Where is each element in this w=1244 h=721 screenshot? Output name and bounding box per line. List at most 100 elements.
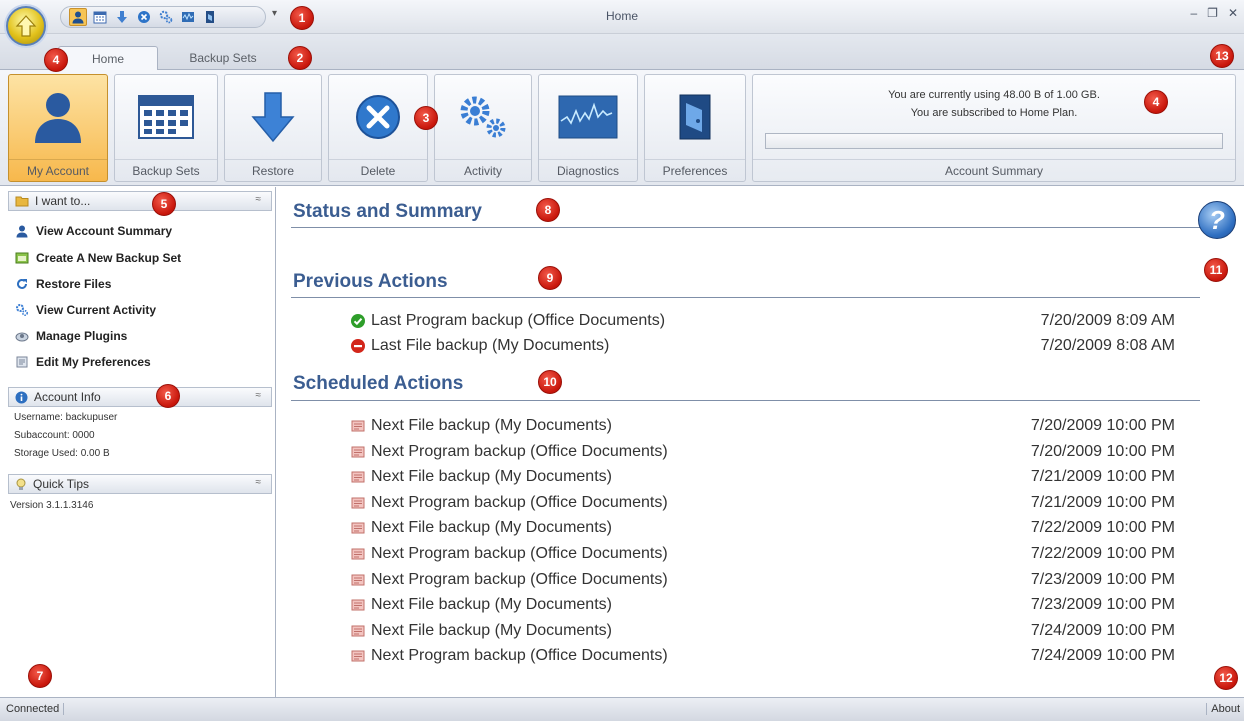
diagnostics-label: Diagnostics bbox=[539, 159, 637, 181]
action-row[interactable]: Next File backup (My Documents) 7/23/2009… bbox=[349, 593, 1175, 617]
action-time: 7/21/2009 10:00 PM bbox=[1030, 468, 1175, 486]
link-label: Edit My Preferences bbox=[36, 355, 151, 369]
waveform-icon bbox=[558, 95, 618, 139]
account-info-header[interactable]: Account Info ≈ bbox=[8, 387, 272, 407]
title-bar: ▾ Home – ❐ ✕ bbox=[0, 0, 1244, 34]
divider bbox=[291, 297, 1200, 298]
action-time: 7/20/2009 10:00 PM bbox=[1030, 417, 1175, 434]
action-row[interactable]: Next Program backup (Office Documents) 7/… bbox=[349, 440, 1175, 464]
diagnostics-button[interactable]: Diagnostics bbox=[538, 74, 638, 182]
link-restore-files[interactable]: Restore Files bbox=[14, 273, 111, 295]
action-row[interactable]: Last Program backup (Office Documents) 7/… bbox=[349, 309, 1175, 333]
info-icon bbox=[15, 391, 28, 403]
action-time: 7/24/2009 10:00 PM bbox=[1030, 621, 1175, 639]
action-row[interactable]: Next File backup (My Documents) 7/24/2009… bbox=[349, 619, 1175, 643]
schedule-icon bbox=[349, 494, 367, 512]
account-summary-label: Account Summary bbox=[753, 159, 1235, 181]
user-icon bbox=[16, 225, 28, 238]
link-create-backup-set[interactable]: Create A New Backup Set bbox=[14, 247, 181, 269]
action-label: Next Program backup (Office Documents) bbox=[371, 442, 668, 460]
link-label: Manage Plugins bbox=[36, 329, 128, 343]
help-button[interactable]: ? bbox=[1198, 201, 1236, 239]
link-view-account-summary[interactable]: View Account Summary bbox=[14, 220, 172, 242]
tab-backup-sets[interactable]: Backup Sets bbox=[168, 46, 278, 70]
minimize-button[interactable]: – bbox=[1190, 6, 1197, 20]
about-link[interactable]: About bbox=[1206, 703, 1240, 715]
action-row[interactable]: Next File backup (My Documents) 7/20/2009… bbox=[349, 414, 1175, 438]
action-label: Next File backup (My Documents) bbox=[371, 596, 612, 614]
link-edit-preferences[interactable]: Edit My Preferences bbox=[14, 351, 151, 373]
main-content: Status and Summary ? Previous Actions La… bbox=[277, 187, 1244, 697]
subaccount-text: Subaccount: 0000 bbox=[14, 430, 95, 441]
i-want-to-header[interactable]: I want to... ≈ bbox=[8, 191, 272, 211]
divider bbox=[291, 400, 1200, 401]
window-controls: – ❐ ✕ bbox=[1190, 6, 1238, 20]
action-label: Next File backup (My Documents) bbox=[371, 621, 612, 639]
link-manage-plugins[interactable]: Manage Plugins bbox=[14, 325, 127, 347]
gears-icon bbox=[16, 304, 29, 317]
ribbon: My Account Backup Sets Restore Delete Ac… bbox=[0, 70, 1244, 186]
backup-sets-label: Backup Sets bbox=[115, 159, 217, 181]
callout-marker: 7 bbox=[28, 664, 52, 688]
activity-button[interactable]: Activity bbox=[434, 74, 532, 182]
callout-marker: 1 bbox=[290, 6, 314, 30]
left-sidebar: I want to... ≈ View Account Summary Crea… bbox=[0, 187, 276, 697]
quick-tips-collapse-icon[interactable]: ≈ bbox=[256, 477, 262, 488]
quick-tips-header[interactable]: Quick Tips ≈ bbox=[8, 474, 272, 494]
preferences-button[interactable]: Preferences bbox=[644, 74, 746, 182]
schedule-icon bbox=[349, 596, 367, 614]
link-label: Restore Files bbox=[36, 277, 112, 291]
quick-tips-title: Quick Tips bbox=[33, 477, 90, 491]
scheduled-actions-heading: Scheduled Actions bbox=[293, 373, 464, 394]
close-button[interactable]: ✕ bbox=[1228, 6, 1238, 20]
action-row[interactable]: Next Program backup (Office Documents) 7/… bbox=[349, 491, 1175, 515]
delete-label: Delete bbox=[329, 159, 427, 181]
username-text: Username: backupuser bbox=[14, 412, 118, 423]
app-menu-button[interactable] bbox=[6, 6, 46, 46]
callout-marker: 4 bbox=[1144, 90, 1168, 114]
action-row[interactable]: Next Program backup (Office Documents) 7/… bbox=[349, 568, 1175, 592]
action-row[interactable]: Last File backup (My Documents) 7/20/2009… bbox=[349, 334, 1175, 358]
up-arrow-icon bbox=[15, 15, 37, 37]
link-view-current-activity[interactable]: View Current Activity bbox=[14, 299, 156, 321]
callout-marker: 4 bbox=[44, 48, 68, 72]
account-info-collapse-icon[interactable]: ≈ bbox=[256, 390, 262, 401]
preferences-icon bbox=[679, 94, 711, 140]
i-want-to-title: I want to... bbox=[35, 194, 91, 208]
preferences-icon bbox=[16, 356, 28, 368]
action-row[interactable]: Next Program backup (Office Documents) 7/… bbox=[349, 644, 1175, 668]
action-row[interactable]: Next File backup (My Documents) 7/22/2009… bbox=[349, 516, 1175, 540]
schedule-icon bbox=[349, 647, 367, 665]
delete-button[interactable]: Delete bbox=[328, 74, 428, 182]
delete-x-icon bbox=[356, 95, 400, 139]
storage-usage-bar bbox=[765, 133, 1223, 149]
folder-icon bbox=[15, 196, 29, 207]
my-account-label: My Account bbox=[9, 159, 107, 181]
tab-home[interactable]: Home bbox=[58, 46, 158, 70]
version-text: Version 3.1.1.3146 bbox=[10, 500, 94, 511]
gears-icon bbox=[460, 96, 506, 138]
schedule-icon bbox=[349, 622, 367, 640]
my-account-button[interactable]: My Account bbox=[8, 74, 108, 182]
restore-button[interactable]: Restore bbox=[224, 74, 322, 182]
backup-sets-button[interactable]: Backup Sets bbox=[114, 74, 218, 182]
action-row[interactable]: Next File backup (My Documents) 7/21/2009… bbox=[349, 465, 1175, 489]
schedule-icon bbox=[349, 545, 367, 563]
maximize-button[interactable]: ❐ bbox=[1207, 6, 1218, 20]
i-want-to-collapse-icon[interactable]: ≈ bbox=[256, 194, 262, 205]
action-label: Next File backup (My Documents) bbox=[371, 519, 612, 537]
callout-marker: 2 bbox=[288, 46, 312, 70]
window-title: Home bbox=[605, 9, 638, 23]
action-label: Next Program backup (Office Documents) bbox=[371, 493, 668, 511]
error-stop-icon bbox=[349, 337, 367, 355]
action-time: 7/23/2009 10:00 PM bbox=[1030, 596, 1175, 614]
action-time: 7/23/2009 10:00 PM bbox=[1030, 570, 1175, 588]
schedule-icon bbox=[349, 571, 367, 589]
success-check-icon bbox=[349, 312, 367, 330]
account-info-title: Account Info bbox=[34, 390, 101, 404]
callout-marker: 10 bbox=[538, 370, 562, 394]
account-summary-panel[interactable]: You are currently using 48.00 B of 1.00 … bbox=[752, 74, 1236, 182]
schedule-icon bbox=[349, 468, 367, 486]
callout-marker: 12 bbox=[1214, 666, 1238, 690]
action-row[interactable]: Next Program backup (Office Documents) 7/… bbox=[349, 542, 1175, 566]
